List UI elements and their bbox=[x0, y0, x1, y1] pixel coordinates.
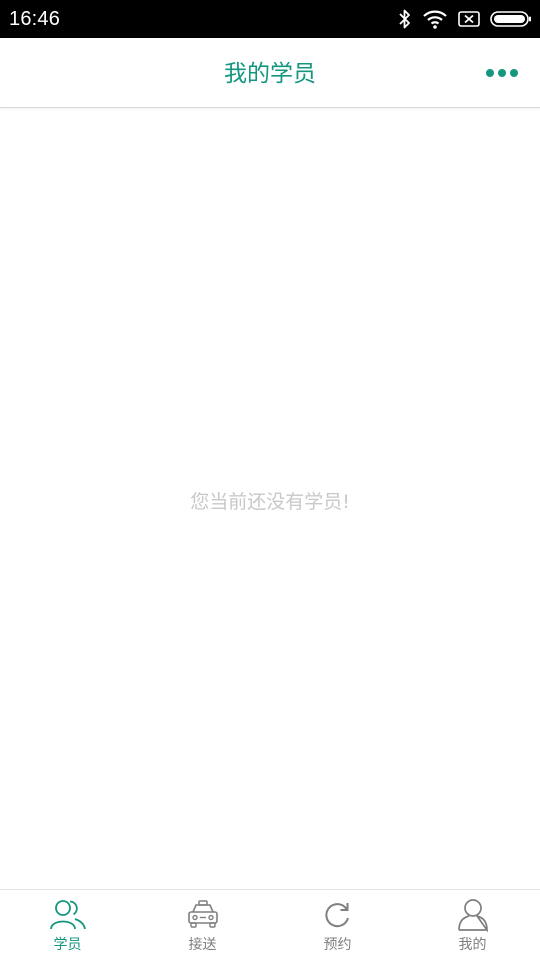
car-icon bbox=[184, 898, 222, 932]
student-list-area: 您当前还没有学员! bbox=[0, 109, 540, 889]
refresh-icon bbox=[319, 898, 357, 932]
nav-item-pickup[interactable]: 接送 bbox=[135, 890, 270, 960]
wifi-icon bbox=[422, 9, 448, 29]
status-time: 16:46 bbox=[9, 7, 61, 30]
bottom-nav: 学员 接送 预约 我的 bbox=[0, 889, 540, 960]
more-dot bbox=[510, 69, 518, 77]
nav-label: 预约 bbox=[323, 937, 352, 953]
app-root: 16:46 我的学员 您当前还没有学员! 学员 接送 预约 我的 bbox=[0, 0, 540, 960]
nav-label: 我的 bbox=[458, 937, 487, 953]
nav-item-students[interactable]: 学员 bbox=[0, 890, 135, 960]
nav-item-profile[interactable]: 我的 bbox=[405, 890, 540, 960]
nav-label: 接送 bbox=[188, 937, 217, 953]
status-bar: 16:46 bbox=[0, 0, 540, 38]
nav-item-booking[interactable]: 预约 bbox=[270, 890, 405, 960]
more-options-button[interactable] bbox=[482, 58, 522, 88]
students-icon bbox=[49, 898, 87, 932]
battery-icon bbox=[490, 10, 532, 28]
nav-label: 学员 bbox=[53, 937, 82, 953]
page-title: 我的学员 bbox=[224, 61, 316, 87]
status-icons bbox=[398, 8, 532, 30]
profile-icon bbox=[454, 898, 492, 932]
bluetooth-icon bbox=[398, 8, 412, 30]
empty-state-message: 您当前还没有学员! bbox=[190, 491, 350, 513]
sim-off-icon bbox=[458, 10, 480, 28]
more-dots-icon bbox=[486, 69, 494, 77]
more-dot bbox=[498, 69, 506, 77]
app-header: 我的学员 bbox=[0, 38, 540, 108]
